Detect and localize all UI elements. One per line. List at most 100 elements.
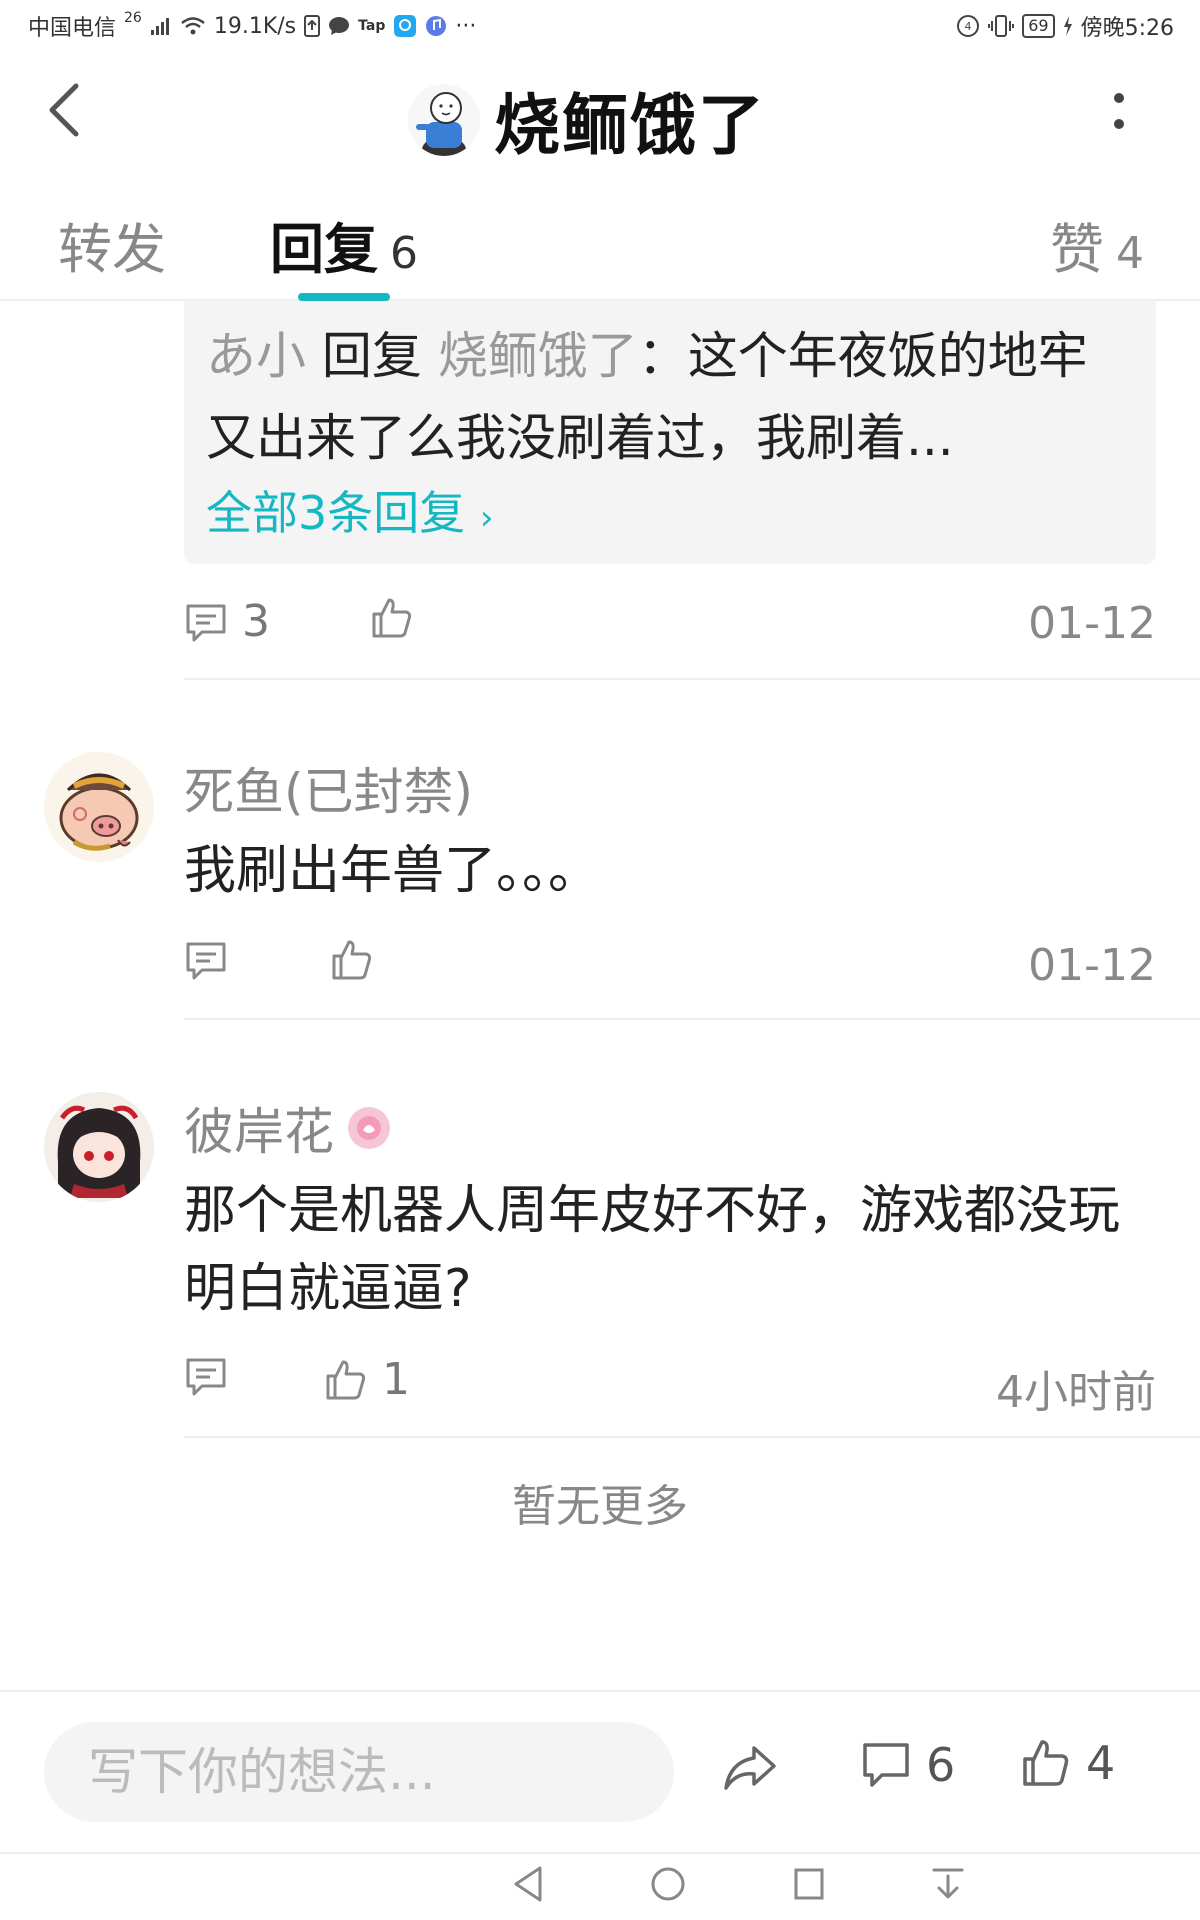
commenter-avatar[interactable] [44, 752, 154, 862]
header-title-group: 烧鲕饿了 [408, 72, 766, 168]
tab-replies-label: 回复 [270, 218, 378, 281]
clock: 傍晚5:26 [1080, 16, 1174, 41]
view-all-replies-label: 全部3条回复 [206, 486, 466, 540]
tab-forward[interactable]: 转发 [58, 205, 166, 284]
chevron-right-icon: › [479, 498, 494, 538]
commenter-name[interactable]: 彼岸花 [184, 1092, 390, 1164]
comment-divider [184, 1436, 1200, 1438]
circle-home-icon [651, 1867, 685, 1901]
bottom-like-count: 4 [1086, 1736, 1116, 1790]
nav-recents-button[interactable] [790, 1864, 828, 1904]
comment-icon [863, 1743, 909, 1787]
thumbs-up-icon [332, 940, 372, 980]
more-options-button[interactable] [1100, 88, 1138, 138]
tab-likes-count: 4 [1116, 228, 1144, 279]
tab-bar: 转发 回复 6 赞4 [0, 175, 1200, 301]
reply-button[interactable] [184, 1354, 242, 1398]
more-vertical-icon [1114, 93, 1124, 129]
comment-divider [184, 678, 1200, 680]
triangle-back-icon [514, 1866, 542, 1902]
share-icon [724, 1746, 776, 1790]
nested-reply-preview[interactable]: あ小 回复 烧鲕饿了：这个年夜饭的地牢又出来了么我没刷着过，我刷着... 全部3… [184, 301, 1156, 564]
thumbs-up-icon [326, 1360, 366, 1399]
view-all-replies-link[interactable]: 全部3条回复 › [206, 479, 494, 552]
reply-count: 3 [242, 596, 270, 647]
system-navigation-bar [0, 1852, 1200, 1920]
tab-likes-label: 赞 [1050, 218, 1104, 281]
cartoon-avatar-icon [408, 84, 480, 156]
comment-actions: 01-12 [184, 938, 1156, 998]
reply-button[interactable] [184, 938, 242, 982]
reply-button[interactable]: 3 [184, 596, 270, 647]
nested-reply-target: 烧鲕饿了 [437, 327, 638, 385]
comment-actions: 3 01-12 [184, 596, 1156, 656]
page-header: 烧鲕饿了 [0, 50, 1200, 175]
thumbs-up-icon [1023, 1740, 1069, 1786]
like-button[interactable] [370, 596, 428, 640]
comment-icon [186, 604, 226, 641]
nav-back-button[interactable] [510, 1864, 546, 1904]
back-button[interactable] [40, 80, 90, 140]
svg-text:4: 4 [965, 20, 972, 33]
like-button[interactable]: 1 [324, 1354, 410, 1405]
music-notification-icon [425, 15, 447, 37]
network-type-label: 26 [124, 10, 142, 26]
comment-icon [186, 1358, 226, 1396]
nested-reply-user: あ小 [206, 327, 306, 385]
bottom-action-bar: 写下你的想法... 6 4 [0, 1690, 1200, 1852]
nested-reply-text: あ小 回复 烧鲕饿了：这个年夜饭的地牢又出来了么我没刷着过，我刷着... [206, 315, 1134, 479]
share-button[interactable] [722, 1740, 778, 1796]
nav-notification-button[interactable] [928, 1864, 968, 1904]
tab-likes[interactable]: 赞4 [1050, 205, 1144, 284]
commenter-name[interactable]: 死鱼(已封禁) [184, 752, 473, 824]
comment-actions: 1 4小时前 [184, 1354, 1156, 1418]
thumbs-up-icon [372, 598, 412, 638]
nav-home-button[interactable] [648, 1864, 688, 1904]
author-avatar[interactable] [408, 84, 480, 156]
comment-time: 01-12 [1028, 940, 1156, 991]
network-speed: 19.1K/s [213, 13, 297, 39]
commenter-avatar[interactable] [44, 1092, 154, 1202]
no-more-label: 暂无更多 [512, 1481, 688, 1532]
message-notification-icon [328, 16, 350, 36]
nested-reply-separator: ： [637, 327, 688, 385]
nested-reply-verb: 回复 [321, 327, 422, 385]
user-badge-icon [348, 1107, 390, 1149]
tap-app-label: Tap [358, 18, 386, 34]
carrier-label: 中国电信 [28, 16, 117, 41]
tab-replies[interactable]: 回复 6 [270, 205, 418, 284]
page-title: 烧鲕饿了 [494, 87, 766, 164]
tab-forward-label: 转发 [58, 218, 166, 281]
battery-level: 69 [1022, 14, 1055, 38]
like-button[interactable] [330, 938, 388, 982]
upload-notification-icon [304, 15, 321, 37]
chevron-left-icon [49, 83, 79, 137]
comment-icon [186, 942, 226, 980]
comment-divider [184, 1018, 1200, 1020]
comment-body: 我刷出年兽了。。。 [184, 841, 601, 901]
comment-input[interactable]: 写下你的想法... [44, 1722, 674, 1822]
comment-time: 4小时前 [996, 1367, 1156, 1418]
comment-time: 01-12 [1028, 598, 1156, 649]
comment-body: 那个是机器人周年皮好不好，游戏都没玩明白就逼逼? [184, 1181, 1121, 1319]
more-notifications: ··· [455, 13, 477, 39]
like-count: 1 [382, 1354, 410, 1405]
active-tab-indicator [298, 293, 390, 301]
anime-girl-avatar-icon [44, 1092, 154, 1202]
bottom-like-button[interactable]: 4 [1020, 1736, 1115, 1790]
charging-icon [1063, 16, 1073, 36]
comment-input-placeholder: 写下你的想法... [88, 1743, 436, 1801]
bottom-comment-count: 6 [926, 1738, 956, 1792]
square-recents-icon [794, 1868, 824, 1900]
pig-avatar-icon [44, 752, 154, 862]
commenter-name-label: 彼岸花 [184, 1103, 334, 1161]
signal-icon [150, 16, 172, 36]
commenter-name-label: 死鱼(已封禁) [184, 763, 474, 821]
bottom-comment-button[interactable]: 6 [860, 1738, 955, 1792]
app-notification-icon [393, 14, 417, 38]
wifi-icon [180, 16, 206, 36]
status-bar: 中国电信 26 19.1K/s Tap ··· 4 69 傍晚5:26 [0, 0, 1200, 50]
pull-down-icon [932, 1868, 964, 1899]
hd-call-icon: 4 [956, 14, 980, 38]
tab-replies-count: 6 [390, 228, 418, 279]
